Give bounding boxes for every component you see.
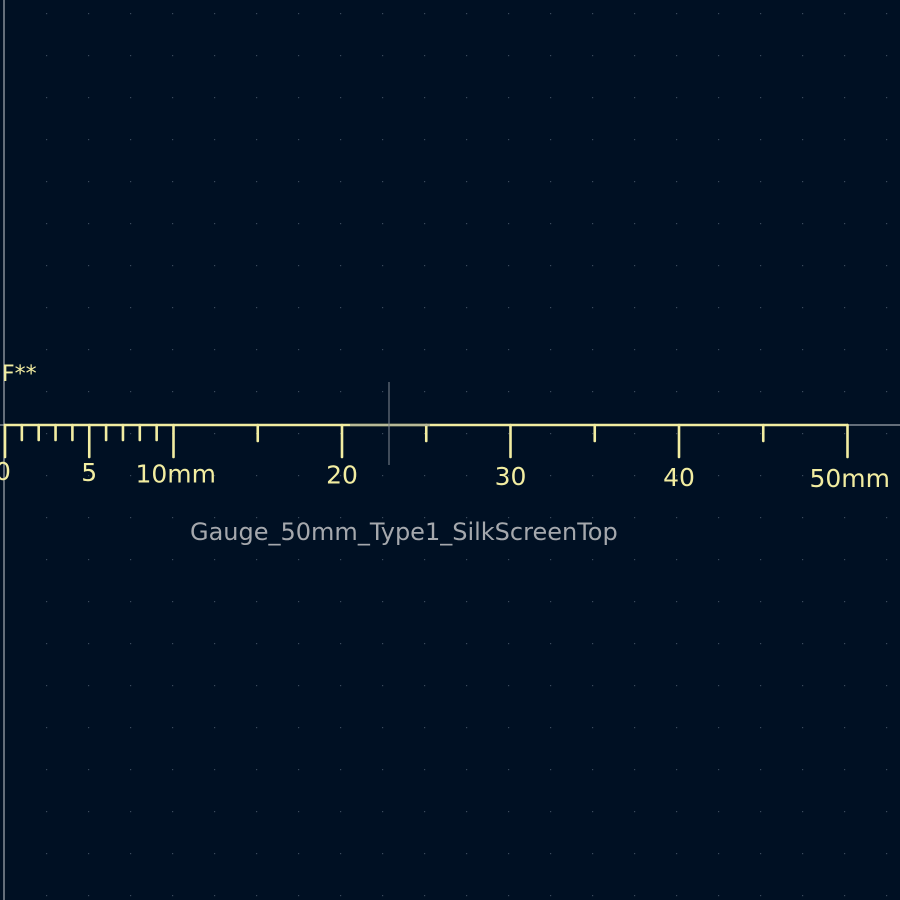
gauge-tick-label: 30 [495,462,527,491]
footprint-value-label: Gauge_50mm_Type1_SilkScreenTop [190,518,618,546]
gauge-tick-label: 20 [326,461,358,490]
gauge-tick-label: 40 [663,463,695,492]
canvas-background [0,0,900,900]
pcb-footprint-canvas[interactable]: 0 5 10mm 20 30 40 50mm F** Gauge_50mm_Type1_Si… [0,0,900,900]
gauge-tick-label: 0 [0,457,11,486]
footprint-reference: F** [2,362,37,387]
gauge-tick-label: 50mm [810,464,891,493]
gauge-tick-label: 5 [81,458,97,487]
gauge-tick-label: 10mm [136,459,217,488]
